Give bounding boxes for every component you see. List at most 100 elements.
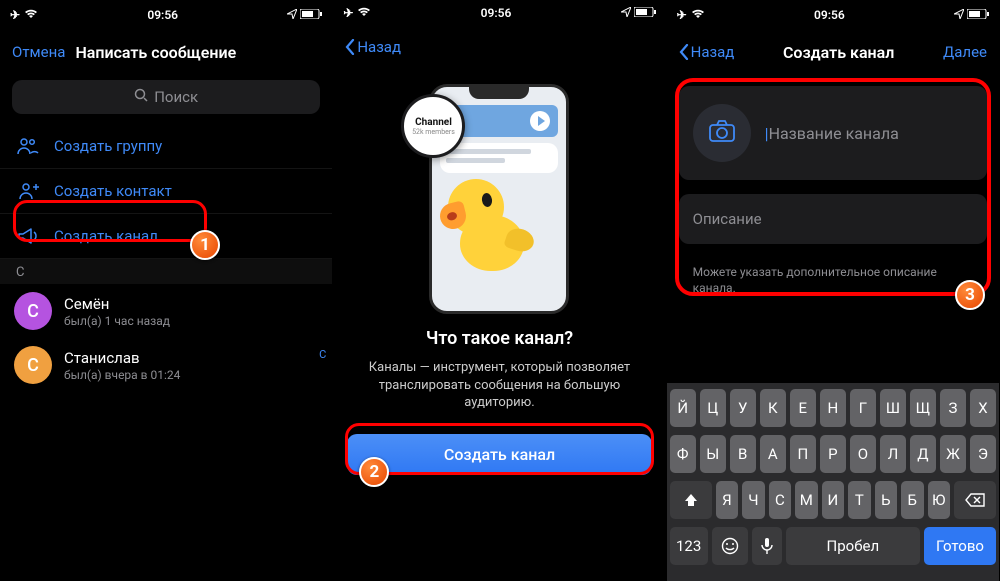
desc-card: Описание: [679, 194, 987, 244]
key-letter[interactable]: Н: [820, 389, 846, 427]
key-letter[interactable]: Л: [880, 435, 906, 473]
key-backspace[interactable]: [954, 481, 996, 519]
location-icon: [621, 6, 631, 20]
play-icon: [530, 111, 550, 131]
key-letter[interactable]: У: [730, 389, 756, 427]
airplane-icon: ✈: [10, 8, 20, 22]
section-header: С: [0, 259, 332, 284]
key-letter[interactable]: Ц: [700, 389, 726, 427]
status-time: 09:56: [814, 8, 845, 22]
key-space[interactable]: Пробел: [786, 527, 920, 565]
contact-status: был(а) 1 час назад: [64, 314, 170, 328]
nav-title: Создать канал: [734, 43, 943, 62]
key-letter[interactable]: М: [795, 481, 817, 519]
key-emoji[interactable]: [712, 527, 748, 565]
location-icon: [954, 8, 964, 22]
screen-channel-intro: ✈ 09:56 Назад: [333, 0, 666, 581]
name-card: |Название канала: [679, 86, 987, 180]
action-create-contact[interactable]: Создать контакт: [0, 169, 332, 214]
key-mic[interactable]: [752, 527, 782, 565]
channel-desc-input[interactable]: Описание: [679, 194, 987, 244]
create-channel-button[interactable]: Создать канал: [347, 434, 651, 475]
contact-item[interactable]: С Станислав был(а) вчера в 01:24: [0, 338, 332, 392]
contact-icon: [16, 179, 40, 203]
wifi-icon: [691, 8, 705, 22]
key-123[interactable]: 123: [670, 527, 708, 565]
screen-compose: ✈ 09:56 Отмена Написать сообщение: [0, 0, 333, 581]
key-letter[interactable]: Ы: [700, 435, 726, 473]
key-letter[interactable]: Ч: [742, 481, 764, 519]
wifi-icon: [24, 8, 38, 22]
status-bar: ✈ 09:56: [0, 0, 332, 30]
search-input[interactable]: Поиск: [12, 80, 320, 114]
status-bar: ✈ 09:56: [333, 0, 665, 27]
key-letter[interactable]: З: [940, 389, 966, 427]
step-badge: 1: [190, 230, 220, 260]
back-button[interactable]: Назад: [345, 38, 401, 56]
key-letter[interactable]: С: [769, 481, 791, 519]
group-icon: [16, 134, 40, 158]
cancel-button[interactable]: Отмена: [12, 43, 65, 61]
contact-name: Семён: [64, 295, 170, 313]
back-label: Назад: [357, 38, 401, 56]
status-bar: ✈ 09:56: [667, 0, 999, 30]
search-placeholder: Поиск: [154, 88, 198, 106]
nav-header: Отмена Написать сообщение: [0, 30, 332, 74]
key-letter[interactable]: П: [790, 435, 816, 473]
key-letter[interactable]: Х: [970, 389, 996, 427]
key-letter[interactable]: А: [760, 435, 786, 473]
key-letter[interactable]: О: [850, 435, 876, 473]
key-letter[interactable]: Ю: [928, 481, 950, 519]
airplane-icon: ✈: [343, 6, 353, 20]
battery-icon: [967, 8, 989, 22]
key-letter[interactable]: Я: [716, 481, 738, 519]
key-letter[interactable]: Д: [910, 435, 936, 473]
key-letter[interactable]: Ф: [670, 435, 696, 473]
location-icon: [287, 8, 297, 22]
key-letter[interactable]: Т: [848, 481, 870, 519]
action-label: Создать канал: [54, 227, 158, 245]
key-letter[interactable]: Б: [901, 481, 923, 519]
back-label: Назад: [691, 43, 735, 61]
nav-header: Назад: [333, 27, 665, 66]
action-label: Создать группу: [54, 137, 162, 155]
channel-name-input[interactable]: |Название канала: [765, 124, 973, 143]
avatar: С: [14, 346, 52, 384]
wifi-icon: [357, 6, 371, 20]
key-letter[interactable]: Э: [970, 435, 996, 473]
set-photo-button[interactable]: [693, 104, 751, 162]
contact-item[interactable]: С Семён был(а) 1 час назад: [0, 284, 332, 338]
key-letter[interactable]: В: [730, 435, 756, 473]
key-letter[interactable]: К: [760, 389, 786, 427]
key-done[interactable]: Готово: [924, 527, 996, 565]
key-letter[interactable]: Р: [820, 435, 846, 473]
key-letter[interactable]: Щ: [910, 389, 936, 427]
key-shift[interactable]: [670, 481, 712, 519]
step-badge: 2: [359, 457, 389, 487]
screen-channel-create: ✈ 09:56 Назад Создать канал Далее: [667, 0, 1000, 581]
contact-status: был(а) вчера в 01:24: [64, 368, 180, 382]
contact-name: Станислав: [64, 349, 180, 367]
back-button[interactable]: Назад: [679, 43, 735, 61]
key-letter[interactable]: Й: [670, 389, 696, 427]
alpha-index[interactable]: С: [319, 348, 326, 361]
key-letter[interactable]: Ж: [940, 435, 966, 473]
key-letter[interactable]: Г: [850, 389, 876, 427]
duck-sticker: [440, 179, 532, 279]
nav-title: Написать сообщение: [75, 43, 320, 62]
action-create-group[interactable]: Создать группу: [0, 124, 332, 169]
key-letter[interactable]: Ш: [880, 389, 906, 427]
status-time: 09:56: [147, 8, 178, 22]
megaphone-icon: [16, 224, 40, 248]
next-button[interactable]: Далее: [943, 43, 987, 61]
promo-title: Что такое канал?: [426, 328, 573, 349]
promo-description: Каналы — инструмент, который позволяет т…: [353, 359, 645, 412]
battery-icon: [634, 6, 656, 20]
key-letter[interactable]: Ь: [875, 481, 897, 519]
key-letter[interactable]: И: [822, 481, 844, 519]
status-time: 09:56: [481, 6, 512, 20]
action-create-channel[interactable]: Создать канал: [0, 214, 332, 259]
action-label: Создать контакт: [54, 182, 172, 200]
key-letter[interactable]: Е: [790, 389, 816, 427]
form-area: |Название канала Описание Можете указать…: [667, 74, 999, 308]
